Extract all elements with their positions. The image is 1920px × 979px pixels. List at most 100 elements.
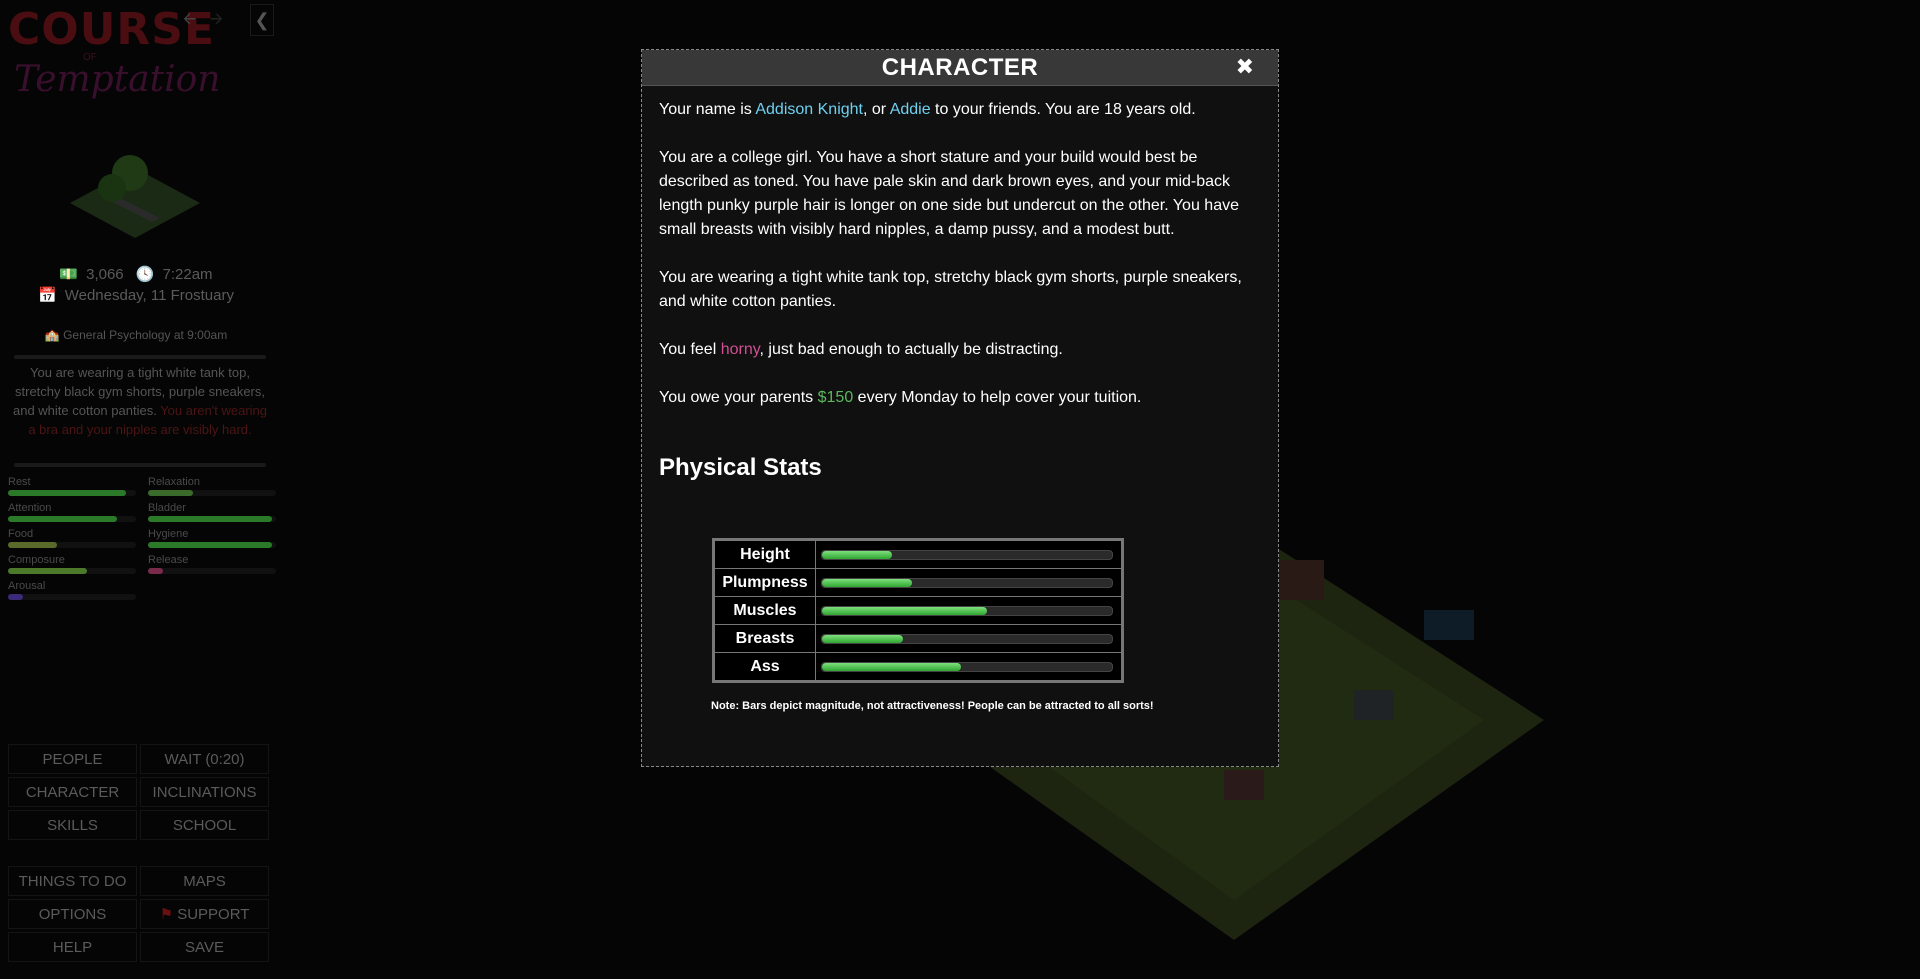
stat-label: Breasts	[713, 624, 816, 653]
menu-label: SCHOOL	[172, 817, 237, 834]
menu-label: INCLINATIONS	[152, 784, 257, 801]
menu-help-button[interactable]: HELP	[8, 932, 137, 962]
stat-bar	[821, 605, 1113, 616]
need-label: Arousal	[8, 580, 46, 592]
menu-save-button[interactable]: SAVE	[140, 932, 269, 962]
stat-bar-fill	[822, 662, 962, 671]
dialog-body: Your name is Addison Knight, or Addie to…	[659, 98, 1259, 482]
text: You feel	[659, 341, 721, 358]
physical-stats-heading: Physical Stats	[659, 454, 822, 481]
need-bar-fill	[8, 568, 88, 574]
arrow-right-icon[interactable]: 🡪	[210, 11, 223, 28]
stat-bar-cell	[815, 624, 1123, 653]
need-label: Composure	[8, 554, 65, 566]
menu-support-button[interactable]: ⚑ SUPPORT	[140, 899, 269, 929]
stat-bar	[821, 633, 1113, 644]
stat-bar-fill	[822, 578, 912, 587]
text: to your friends. You are 18 years old.	[930, 101, 1196, 118]
need-bar-fill	[8, 542, 57, 548]
physical-stats-table: Height Plumpness Muscles Breasts Ass	[712, 538, 1124, 683]
stat-label: Ass	[713, 652, 816, 682]
need-hygiene: Hygiene	[148, 528, 276, 552]
tuition-amount: $150	[817, 389, 854, 406]
menu-label: SUPPORT	[177, 906, 250, 923]
need-bar-fill	[8, 490, 126, 496]
arrow-left-icon[interactable]: 🡨	[183, 11, 196, 28]
history-nav: 🡨 🡪	[183, 8, 237, 35]
menu-label: SKILLS	[47, 817, 98, 834]
game-logo: COURSE OF Temptation	[8, 8, 220, 126]
need-label: Bladder	[148, 502, 186, 514]
stat-bar-fill	[822, 606, 988, 615]
location-tile	[70, 155, 200, 238]
menu-label: CHARACTER	[25, 784, 120, 801]
need-bar	[8, 516, 136, 522]
need-bar	[8, 542, 136, 548]
need-bar	[148, 490, 276, 496]
money-value: 3,066	[86, 266, 124, 283]
need-label: Release	[148, 554, 189, 566]
need-bar	[8, 594, 136, 600]
tuition-paragraph: You owe your parents $150 every Monday t…	[659, 386, 1259, 410]
menu-options-button[interactable]: OPTIONS	[8, 899, 137, 929]
stat-row: Height	[713, 539, 1123, 569]
outfit-summary: You are wearing a tight white tank top, …	[8, 363, 272, 439]
menu-skills-button[interactable]: SKILLS	[8, 810, 137, 840]
mood-value: horny	[720, 341, 760, 358]
need-label: Relaxation	[148, 476, 200, 488]
menu-inclinations-button[interactable]: INCLINATIONS	[140, 777, 269, 807]
text: You owe your parents	[659, 389, 818, 406]
divider	[14, 355, 266, 359]
menu-label: MAPS	[183, 873, 226, 890]
need-bar-fill	[8, 594, 24, 600]
need-bar	[8, 490, 136, 496]
menu-maps-button[interactable]: MAPS	[140, 866, 269, 896]
stat-label: Height	[713, 539, 816, 569]
stat-row: Ass	[713, 652, 1123, 682]
clothing-paragraph: You are wearing a tight white tank top, …	[659, 269, 1242, 310]
menu-wait-0-20-button[interactable]: WAIT (0:20)	[140, 744, 269, 774]
time-value: 7:22am	[162, 266, 213, 283]
need-label: Hygiene	[148, 528, 189, 540]
need-bar	[148, 568, 276, 574]
need-label: Attention	[8, 502, 52, 514]
money-icon: 💵	[59, 266, 79, 283]
clock-icon: 🕓	[135, 266, 155, 283]
text: , just bad enough to actually be distrac…	[759, 341, 1063, 358]
menu-school-button[interactable]: SCHOOL	[140, 810, 269, 840]
need-label: Rest	[8, 476, 31, 488]
menu-people-button[interactable]: PEOPLE	[8, 744, 137, 774]
stat-row: Breasts	[713, 624, 1123, 653]
need-label: Food	[8, 528, 34, 540]
menu-label: THINGS TO DO	[18, 873, 127, 890]
menu-character-button[interactable]: CHARACTER	[8, 777, 137, 807]
stats-note: Note: Bars depict magnitude, not attract…	[711, 700, 1154, 712]
need-arousal: Arousal	[8, 580, 136, 604]
need-bar-fill	[148, 568, 164, 574]
stat-bar-fill	[822, 634, 904, 643]
flag-icon: ⚑	[159, 906, 178, 923]
status-panel: 💵 3,066 🕓 7:22am 📅 Wednesday, 11 Frostuary	[0, 264, 272, 306]
stat-bar-cell	[815, 652, 1123, 682]
stat-bar-cell	[815, 539, 1123, 569]
chevron-left-icon[interactable]: ❮	[250, 4, 274, 36]
need-relaxation: Relaxation	[148, 476, 276, 500]
need-composure: Composure	[8, 554, 136, 578]
sidebar: COURSE OF Temptation 🡨 🡪 ❮ 💵 3,066 🕓 7:22am…	[0, 0, 276, 979]
close-icon[interactable]: ✖	[1236, 55, 1254, 79]
mood-paragraph: You feel horny, just bad enough to actua…	[659, 338, 1259, 362]
school-icon: 🏫	[44, 328, 60, 342]
text: , or	[863, 101, 890, 118]
character-fullname: Addison Knight	[755, 101, 863, 118]
dialog-title: CHARACTER	[881, 54, 1039, 81]
text: Your name is	[659, 101, 756, 118]
stat-row: Plumpness	[713, 568, 1123, 597]
appearance-paragraph: You are a college girl. You have a short…	[659, 149, 1239, 238]
stat-bar	[821, 577, 1113, 588]
stat-bar	[821, 661, 1113, 672]
menu-things-to-do-button[interactable]: THINGS TO DO	[8, 866, 137, 896]
dialog-header: CHARACTER ✖	[642, 50, 1278, 86]
text: every Monday to help cover your tuition.	[853, 389, 1142, 406]
need-attention: Attention	[8, 502, 136, 526]
need-bar-fill	[148, 516, 273, 522]
